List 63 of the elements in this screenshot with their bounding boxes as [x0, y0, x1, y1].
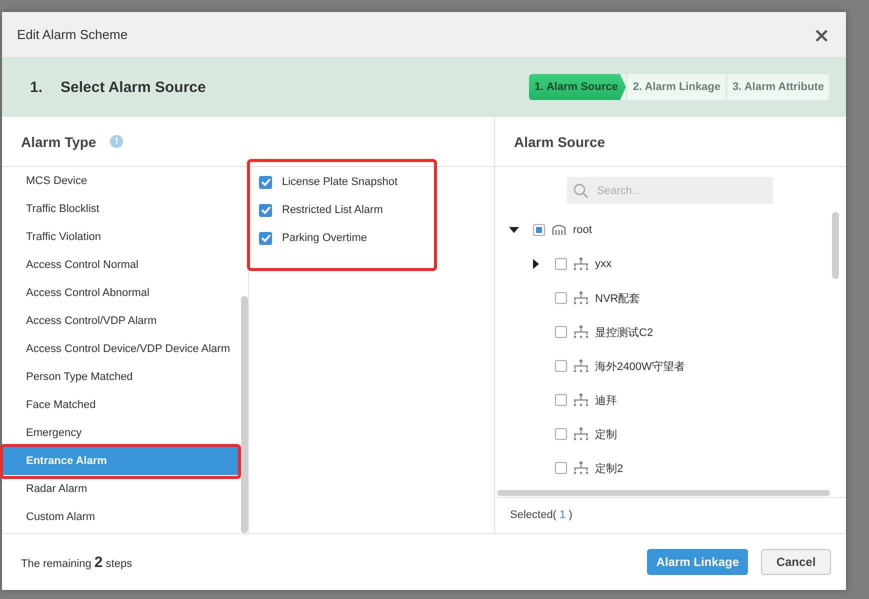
network-icon — [573, 257, 589, 271]
tree-item[interactable]: 显控测试C2 — [595, 324, 654, 340]
checkbox-label: Parking Overtime — [282, 232, 367, 244]
tree-item[interactable]: 定制2 — [595, 460, 624, 476]
network-icon — [573, 325, 589, 339]
search-field[interactable]: Search... — [567, 177, 773, 204]
dialog-title: Edit Alarm Scheme — [17, 27, 128, 42]
step-indicator: 3. Alarm Attribute — [726, 74, 829, 100]
expand-arrow-icon[interactable] — [531, 259, 541, 269]
section-title: Alarm Type — [21, 134, 96, 150]
checkbox[interactable] — [259, 176, 272, 188]
step-indicator: 1. Alarm Source — [528, 74, 626, 100]
checkbox-label: License Plate Snapshot — [282, 176, 398, 188]
checkbox[interactable] — [555, 394, 567, 406]
alarm-type-item[interactable]: Emergency — [2, 419, 239, 447]
checkbox[interactable] — [533, 224, 545, 236]
checkbox[interactable] — [555, 462, 567, 474]
selected-count: Selected( 1 ) — [495, 497, 846, 533]
alarm-type-item[interactable]: Access Control Normal — [2, 251, 239, 279]
network-icon — [573, 461, 589, 475]
tree-item[interactable]: yxx — [595, 258, 612, 270]
checkbox[interactable] — [555, 326, 567, 338]
scrollbar[interactable] — [497, 490, 830, 496]
alarm-type-item[interactable]: MCS Device — [2, 167, 239, 195]
search-icon — [573, 182, 589, 198]
scrollbar[interactable] — [241, 296, 248, 533]
alarm-type-item[interactable]: Face Matched — [2, 391, 239, 419]
section-title: Alarm Source — [514, 134, 606, 150]
tree-item[interactable]: 迪拜 — [595, 392, 617, 408]
network-icon — [573, 359, 589, 373]
tree-item[interactable]: root — [573, 224, 592, 236]
checkbox[interactable] — [555, 292, 567, 304]
checkbox[interactable] — [555, 360, 567, 372]
tree-item[interactable]: 定制 — [595, 426, 617, 442]
checkbox[interactable] — [259, 232, 272, 244]
network-icon — [573, 393, 589, 407]
remaining-steps-text: The remaining 2 steps — [21, 554, 132, 570]
network-icon — [573, 291, 589, 305]
alarm-type-item[interactable]: Traffic Violation — [2, 223, 239, 251]
step-number: 1. — [30, 78, 43, 96]
alarm-type-item[interactable]: Radar Alarm — [2, 475, 239, 503]
network-icon — [573, 427, 589, 441]
info-icon: ! — [110, 135, 124, 148]
checkbox[interactable] — [555, 258, 567, 270]
cancel-button[interactable]: Cancel — [761, 549, 831, 575]
scrollbar[interactable] — [832, 212, 839, 279]
alarm-type-item[interactable]: Access Control Device/VDP Device Alarm — [2, 335, 239, 363]
expand-arrow-icon[interactable] — [509, 225, 519, 235]
step-title: Select Alarm Source — [60, 78, 206, 96]
tree-item[interactable]: 海外2400W守望者 — [595, 358, 685, 374]
step-indicator: 2. Alarm Linkage — [626, 74, 726, 100]
alarm-type-item[interactable]: Access Control/VDP Alarm — [2, 307, 239, 335]
checkbox[interactable] — [259, 204, 272, 216]
alarm-type-item[interactable]: Access Control Abnormal — [2, 279, 239, 307]
checkbox-label: Restricted List Alarm — [282, 204, 383, 216]
close-button[interactable]: × — [809, 24, 834, 44]
search-input[interactable]: Search... — [597, 184, 757, 196]
alarm-type-item[interactable]: Traffic Blocklist — [2, 195, 239, 223]
building-icon — [551, 224, 567, 236]
alarm-type-item[interactable]: Custom Alarm — [2, 503, 239, 531]
alarm-type-item[interactable]: Person Type Matched — [2, 363, 239, 391]
tree-item[interactable]: NVR配套 — [595, 290, 640, 306]
checkbox[interactable] — [555, 428, 567, 440]
